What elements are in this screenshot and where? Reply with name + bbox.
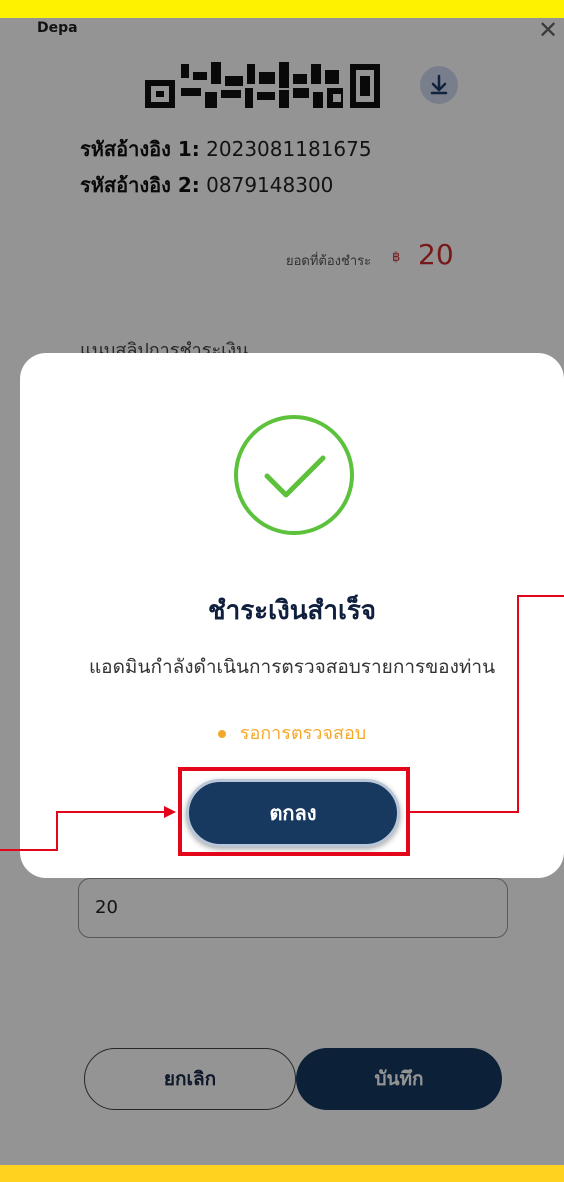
annotation-bottom-bar	[0, 1165, 564, 1182]
status-badge: รอการตรวจสอบ	[20, 718, 564, 747]
annotation-highlight-box	[178, 767, 410, 856]
dialog-title: ชำระเงินสำเร็จ	[207, 596, 377, 626]
status-dot-icon	[217, 730, 226, 738]
dialog-description: แอดมินกำลังดำเนินการตรวจสอบรายการของท่าน	[88, 656, 496, 678]
annotation-top-bar	[0, 0, 564, 18]
check-circle-icon	[234, 415, 354, 535]
status-text: รอการตรวจสอบ	[239, 723, 367, 744]
